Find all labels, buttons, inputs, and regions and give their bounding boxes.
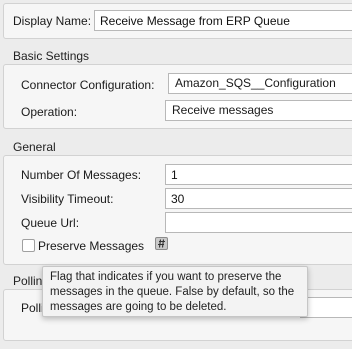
basic-settings-title: Basic Settings [13,49,90,63]
number-of-messages-input[interactable] [165,164,352,185]
display-name-label: Display Name: [13,14,92,28]
connector-configuration-select[interactable]: Amazon_SQS__Configuration [168,73,352,94]
queue-url-label: Queue Url: [21,216,80,230]
preserve-messages-checkbox[interactable] [22,239,35,252]
tooltip-line: messages in the queue. False by default,… [50,286,295,298]
visibility-timeout-input[interactable] [165,188,352,209]
queue-url-input[interactable] [165,212,352,233]
number-of-messages-label: Number Of Messages: [21,168,142,182]
preserve-messages-tooltip: Flag that indicates if you want to prese… [42,266,308,317]
general-title: General [13,140,56,154]
tooltip-line: Flag that indicates if you want to prese… [50,271,282,283]
operation-label: Operation: [21,105,78,119]
connector-configuration-value: Amazon_SQS__Configuration [175,76,336,90]
operation-value: Receive messages [172,103,274,117]
display-name-input[interactable] [94,10,352,31]
connector-configuration-label: Connector Configuration: [21,78,155,92]
operation-select[interactable]: Receive messages [165,100,352,121]
visibility-timeout-label: Visibility Timeout: [21,192,114,206]
help-icon[interactable] [155,237,168,250]
tooltip-line: messages are going to be deleted. [50,301,227,313]
preserve-messages-label: Preserve Messages [38,239,145,253]
